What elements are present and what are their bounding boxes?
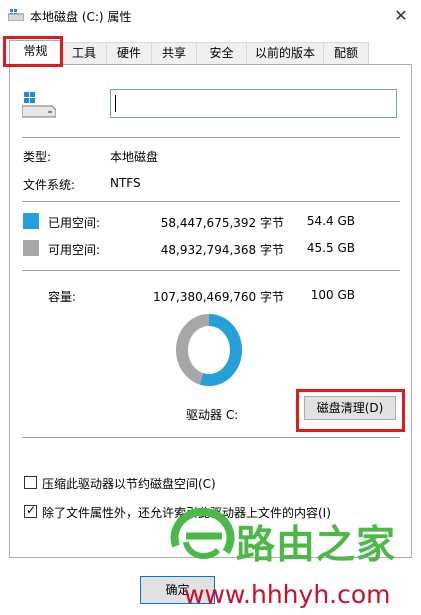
drive-label: 驱动器 C: xyxy=(186,408,239,422)
divider xyxy=(22,437,400,438)
used-space-size: 54.4 GB xyxy=(306,214,355,228)
free-space-bytes: 48,932,794,368 字节 xyxy=(160,243,284,257)
filesystem-label: 文件系统: xyxy=(23,178,76,192)
checkmark-icon: ✓ xyxy=(26,503,37,517)
type-label: 类型: xyxy=(23,150,52,164)
compress-checkbox-label: 压缩此驱动器以节约磁盘空间(C) xyxy=(42,477,216,491)
divider xyxy=(22,270,400,271)
tab-tools[interactable]: 工具 xyxy=(61,42,107,64)
free-space-swatch xyxy=(23,240,39,256)
divider xyxy=(22,201,400,202)
tab-sharing[interactable]: 共享 xyxy=(151,42,197,64)
filesystem-value: NTFS xyxy=(110,176,141,190)
drive-icon xyxy=(8,9,24,21)
drive-icon xyxy=(22,92,56,118)
text-caret xyxy=(115,95,116,112)
free-space-label: 可用空间: xyxy=(48,243,101,257)
tab-highlight-box xyxy=(3,36,63,67)
tab-hardware[interactable]: 硬件 xyxy=(106,42,152,64)
window-title: 本地磁盘 (C:) 属性 xyxy=(30,10,132,24)
capacity-size: 100 GB xyxy=(310,288,355,302)
watermark-url: www.hhhyh.com xyxy=(184,580,391,609)
used-space-label: 已用空间: xyxy=(48,216,101,230)
used-space-swatch xyxy=(23,213,39,229)
tab-quota[interactable]: 配额 xyxy=(323,42,369,64)
title-bar: 本地磁盘 (C:) 属性 ✕ xyxy=(0,0,421,32)
watermark-title: 路由之家 xyxy=(236,523,397,568)
router-logo-icon xyxy=(170,507,235,560)
used-space-bytes: 58,447,675,392 字节 xyxy=(160,216,284,230)
tab-security[interactable]: 安全 xyxy=(196,42,247,64)
type-value: 本地磁盘 xyxy=(110,150,159,164)
index-checkbox[interactable]: ✓ xyxy=(24,503,37,518)
tab-previous-versions[interactable]: 以前的版本 xyxy=(246,42,324,64)
disk-usage-donut xyxy=(176,314,242,386)
donut-used-arc xyxy=(199,314,242,386)
capacity-label: 容量: xyxy=(48,290,77,304)
button-highlight-box xyxy=(296,389,405,432)
capacity-bytes: 107,380,469,760 字节 xyxy=(153,290,284,304)
free-space-size: 45.5 GB xyxy=(306,241,355,255)
close-icon[interactable]: ✕ xyxy=(381,0,421,32)
compress-checkbox[interactable] xyxy=(24,476,37,489)
drive-name-field[interactable] xyxy=(110,89,397,118)
watermark: 路由之家 www.hhhyh.com xyxy=(168,492,421,615)
divider xyxy=(22,137,400,138)
